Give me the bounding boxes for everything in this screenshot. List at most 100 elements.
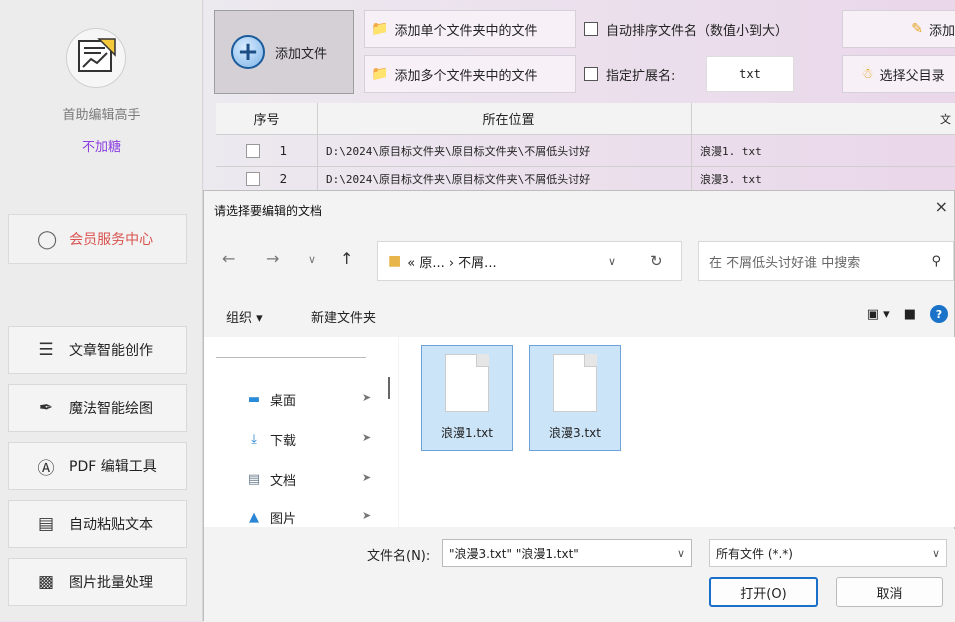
quick-access-label: 下载 (270, 433, 297, 449)
add-file-button[interactable]: + 添加文件 (214, 10, 354, 94)
view-mode-icon[interactable]: ▣ ▾ (867, 307, 890, 322)
desktop-icon: ▬ (247, 391, 261, 407)
nav-article-creation[interactable]: ☰ 文章智能创作 (8, 326, 187, 374)
scrollbar[interactable] (388, 377, 390, 399)
row-index-cell: 2 (216, 167, 318, 190)
header-file: 文 (940, 112, 951, 126)
filename-label: 文件名(N): (367, 549, 431, 564)
pin-icon[interactable]: ➤ (362, 471, 371, 484)
filename-value: "浪漫3.txt" "浪漫1.txt" (449, 546, 579, 561)
back-arrow-icon[interactable]: ← (222, 249, 235, 268)
pin-icon[interactable]: ➤ (362, 431, 371, 444)
help-icon[interactable]: ? (930, 305, 948, 323)
add-single-folder-button[interactable]: 📁 添加单个文件夹中的文件 (364, 10, 576, 48)
parent-folder-icon: ☃ (861, 66, 874, 82)
quick-access-downloads[interactable]: ⤓ 下载 (244, 429, 296, 449)
nav-label: 图片批量处理 (69, 575, 153, 591)
search-input[interactable]: 在 不屑低头讨好谁 中搜索 ⚲ (698, 241, 954, 281)
app-subtitle: 不加糖 (81, 140, 121, 155)
dialog-footer: 文件名(N): "浪漫3.txt" "浪漫1.txt" ∨ 所有文件 (*.*)… (204, 529, 955, 622)
quick-access-pictures[interactable]: ▲ 图片 (244, 507, 296, 527)
open-file-dialog: 请选择要编辑的文档 × ← → ∨ ↑ ■ « 原... › 不屑... ∨ ↻… (203, 190, 955, 622)
row-checkbox[interactable] (245, 143, 260, 158)
pictures-icon: ▲ (249, 509, 259, 525)
nav-label: 自动粘贴文本 (69, 517, 153, 533)
nav-image-batch[interactable]: ▩ 图片批量处理 (8, 558, 187, 606)
auto-sort-checkbox[interactable]: 自动排序文件名（数值小到大） (584, 10, 788, 48)
download-icon: ⤓ (251, 431, 257, 447)
add-right-label: 添加 (928, 23, 955, 39)
pdf-circle-icon: Ⓐ (37, 458, 55, 479)
refresh-icon[interactable]: ↻ (650, 252, 663, 270)
chevron-down-icon[interactable]: ∨ (308, 253, 316, 266)
nav-label: 文章智能创作 (69, 343, 153, 359)
pencil-icon: ✎ (911, 21, 923, 37)
add-single-folder-label: 添加单个文件夹中的文件 (394, 23, 538, 39)
file-name: 浪漫1.txt (441, 426, 493, 440)
open-button[interactable]: 打开(O) (709, 577, 818, 607)
search-icon[interactable]: ⚲ (931, 254, 941, 269)
row-name: 浪漫1. txt (700, 144, 762, 158)
chevron-down-icon[interactable]: ∨ (677, 547, 685, 560)
auto-sort-label: 自动排序文件名（数值小到大） (606, 23, 789, 39)
menu-lines-icon: ☰ (38, 340, 54, 360)
quick-access-label: 文档 (270, 473, 297, 489)
documents-icon: ▤ (247, 471, 261, 487)
specify-ext-checkbox[interactable]: 指定扩展名: (584, 55, 675, 93)
quick-access-pane: ▬ 桌面 ➤ ⤓ 下载 ➤ ▤ 文档 ➤ ▲ 图片 ➤ (204, 337, 398, 527)
folder-icon: ■ (388, 253, 402, 269)
member-center-label: 会员服务中心 (69, 232, 154, 248)
quick-access-desktop[interactable]: ▬ 桌面 (244, 389, 296, 409)
row-name: 浪漫3. txt (700, 172, 762, 186)
file-item[interactable]: 浪漫1.txt (421, 345, 513, 451)
file-name: 浪漫3.txt (549, 426, 601, 440)
header-index: 序号 (216, 103, 318, 134)
checkbox-box[interactable] (584, 22, 598, 36)
add-right-button[interactable]: ✎ 添加 (842, 10, 955, 48)
paste-box-icon: ▤ (37, 514, 55, 534)
user-icon: ◯ (37, 228, 58, 250)
nav-pdf-tool[interactable]: Ⓐ PDF 编辑工具 (8, 442, 187, 490)
table-row[interactable]: 1 D:\2024\原目标文件夹\原目标文件夹\不屑低头讨好 浪漫1. txt (216, 135, 955, 167)
app-name: 首助编辑高手 (62, 108, 141, 123)
file-type-select[interactable]: 所有文件 (*.*) ∨ (709, 539, 947, 567)
plus-circle-icon: + (231, 35, 265, 69)
row-checkbox[interactable] (245, 171, 260, 186)
file-item[interactable]: 浪漫3.txt (529, 345, 621, 451)
file-list-pane: 浪漫1.txt 浪漫3.txt (399, 337, 955, 527)
chevron-down-icon[interactable]: ∨ (932, 547, 940, 560)
new-folder-button[interactable]: 新建文件夹 (311, 307, 376, 326)
pin-icon[interactable]: ➤ (362, 391, 371, 404)
nav-label: 魔法智能绘图 (69, 401, 153, 417)
table-header: 序号 所在位置 文 (216, 103, 955, 135)
quick-access-label: 图片 (270, 511, 297, 527)
add-multi-folder-label: 添加多个文件夹中的文件 (394, 68, 538, 84)
preview-pane-icon[interactable]: ■ (904, 307, 916, 322)
checkbox-box[interactable] (584, 67, 598, 81)
member-center-button[interactable]: ◯ 会员服务中心 (8, 214, 187, 264)
chart-doc-icon (78, 38, 116, 72)
address-bar[interactable]: ■ « 原... › 不屑... ∨ ↻ (377, 241, 682, 281)
nav-label: PDF 编辑工具 (69, 459, 157, 475)
table-row[interactable]: 2 D:\2024\原目标文件夹\原目标文件夹\不屑低头讨好 浪漫3. txt (216, 167, 955, 191)
file-type-value: 所有文件 (*.*) (716, 546, 793, 561)
add-multi-folder-button[interactable]: 📁 添加多个文件夹中的文件 (364, 55, 576, 93)
close-icon[interactable]: × (935, 197, 948, 216)
sidebar: 首助编辑高手 不加糖 ◯ 会员服务中心 ☰ 文章智能创作 ✒ 魔法智能绘图 Ⓐ … (0, 0, 203, 621)
row-index: 2 (279, 171, 288, 186)
filename-input[interactable]: "浪漫3.txt" "浪漫1.txt" ∨ (442, 539, 692, 567)
quick-access-documents[interactable]: ▤ 文档 (244, 469, 296, 489)
organize-button[interactable]: 组织 ▾ (226, 307, 263, 326)
forward-arrow-icon[interactable]: → (266, 249, 279, 268)
nav-auto-paste[interactable]: ▤ 自动粘贴文本 (8, 500, 187, 548)
chevron-down-icon[interactable]: ∨ (608, 255, 616, 268)
cancel-button[interactable]: 取消 (836, 577, 943, 607)
nav-magic-drawing[interactable]: ✒ 魔法智能绘图 (8, 384, 187, 432)
up-arrow-icon[interactable]: ↑ (340, 249, 353, 268)
text-file-icon (553, 354, 597, 412)
row-path: D:\2024\原目标文件夹\原目标文件夹\不屑低头讨好 (318, 167, 692, 190)
pin-icon[interactable]: ➤ (362, 509, 371, 522)
extension-input[interactable]: txt (706, 56, 794, 92)
select-parent-button[interactable]: ☃ 选择父目录 (842, 55, 955, 93)
select-parent-label: 选择父目录 (879, 68, 945, 84)
